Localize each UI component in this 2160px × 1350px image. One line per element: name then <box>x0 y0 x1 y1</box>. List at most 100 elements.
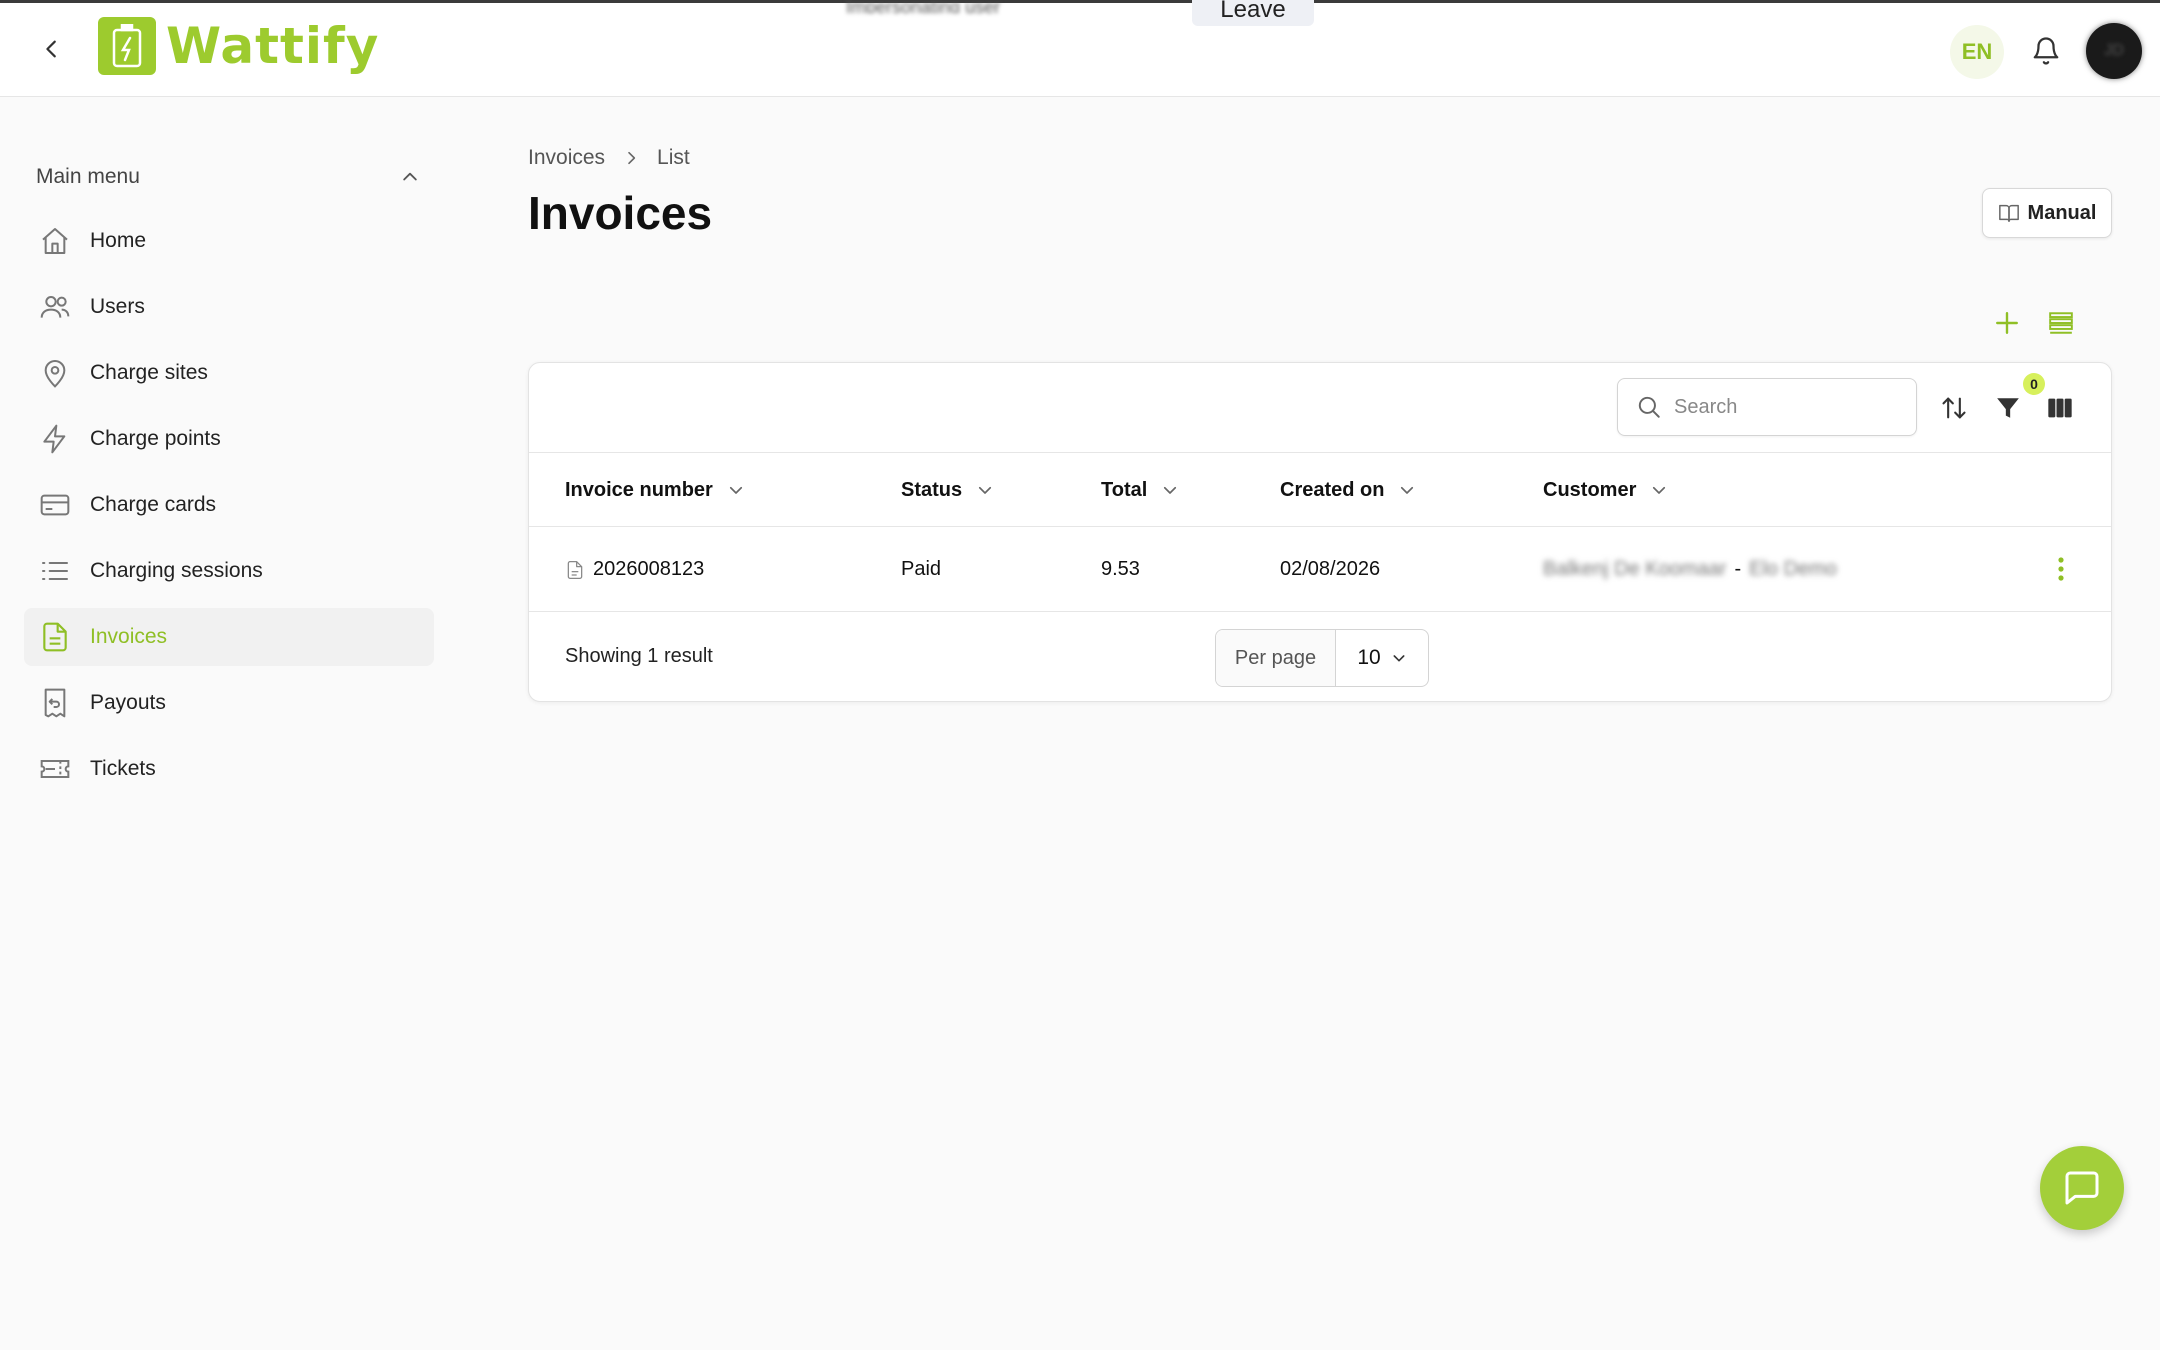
cell-invoice-number[interactable]: 2026008123 <box>565 527 704 612</box>
sidebar-item-label: Payouts <box>90 691 166 714</box>
logo-text: Wattify <box>166 17 380 75</box>
language-button[interactable]: EN <box>1950 25 2004 79</box>
column-header-label: Customer <box>1543 478 1637 501</box>
credit-card-icon <box>38 488 72 522</box>
column-header-status[interactable]: Status <box>901 453 994 527</box>
table-row[interactable]: 2026008123 Paid 9.53 02/08/2026 Balkenj … <box>529 527 2111 612</box>
impersonation-banner-text: Impersonating user <box>846 0 1001 13</box>
breadcrumb: Invoices List <box>528 146 690 170</box>
manual-button-label: Manual <box>2027 201 2097 224</box>
per-page-label: Per page <box>1216 630 1336 686</box>
sidebar-item-label: Users <box>90 295 145 318</box>
sidebar: Main menu Home Users Charge sites Charge… <box>0 98 450 1350</box>
page-title: Invoices <box>528 187 713 239</box>
column-header-label: Total <box>1101 478 1148 501</box>
column-header-label: Created on <box>1280 478 1385 501</box>
column-header-customer[interactable]: Customer <box>1543 453 1668 527</box>
main-menu-toggle[interactable]: Main menu <box>36 162 420 192</box>
sidebar-item-label: Charge cards <box>90 493 217 516</box>
chevron-down-icon <box>1653 486 1666 494</box>
notifications-button[interactable] <box>2026 31 2066 71</box>
sidebar-item-label: Charge points <box>90 427 221 450</box>
per-page-value: 10 <box>1357 646 1381 669</box>
search-box[interactable] <box>1617 378 1917 436</box>
chevron-down-icon <box>1401 486 1414 494</box>
sidebar-item-charge-cards[interactable]: Charge cards <box>24 476 434 534</box>
sidebar-item-invoices[interactable]: Invoices <box>24 608 434 666</box>
chevron-right-icon <box>628 151 636 165</box>
receipt-icon <box>38 686 72 720</box>
search-icon <box>1638 396 1660 418</box>
table-footer: Showing 1 result Per page 10 <box>529 613 2111 703</box>
filter-button[interactable] <box>1991 391 2025 425</box>
chevron-left-icon <box>46 40 56 58</box>
top-bar: Wattify Impersonating user Leave EN JD <box>0 0 2160 97</box>
breadcrumb-invoices[interactable]: Invoices <box>528 146 605 170</box>
book-icon <box>1998 204 2019 222</box>
column-header-created-on[interactable]: Created on <box>1280 453 1416 527</box>
document-icon <box>38 620 72 654</box>
chat-bubble-icon <box>2065 1171 2099 1205</box>
back-button[interactable] <box>36 33 68 65</box>
chevron-down-icon <box>1393 655 1405 662</box>
user-avatar[interactable]: JD <box>2086 23 2142 79</box>
sidebar-item-payouts[interactable]: Payouts <box>24 674 434 732</box>
invoices-table-card: 0 Invoice number Status Total Created on… <box>528 362 2112 702</box>
sidebar-item-label: Invoices <box>90 625 168 648</box>
bell-icon <box>2033 37 2059 65</box>
result-count: Showing 1 result <box>565 645 713 667</box>
chat-support-button[interactable] <box>2040 1146 2124 1230</box>
sort-arrows-icon <box>1942 397 1966 419</box>
leave-button[interactable]: Leave <box>1192 0 1314 26</box>
sidebar-item-charge-points[interactable]: Charge points <box>24 410 434 468</box>
search-input[interactable] <box>1674 395 1894 419</box>
table-header: Invoice number Status Total Created on C… <box>529 453 2111 527</box>
sidebar-item-tickets[interactable]: Tickets <box>24 740 434 798</box>
breadcrumb-list: List <box>657 146 690 169</box>
stacked-list-icon <box>2049 312 2073 334</box>
columns-icon <box>2048 398 2072 418</box>
column-header-total[interactable]: Total <box>1101 453 1179 527</box>
cell-customer[interactable]: Balkenj De Koomaar - Elo Demo <box>1543 527 1837 612</box>
sidebar-item-home[interactable]: Home <box>24 212 434 270</box>
per-page-select[interactable]: 10 <box>1336 630 1428 686</box>
sidebar-item-users[interactable]: Users <box>24 278 434 336</box>
chevron-up-icon <box>403 172 417 181</box>
chevron-down-icon <box>979 486 992 494</box>
ticket-icon <box>38 752 72 786</box>
cell-created-on: 02/08/2026 <box>1280 558 1381 580</box>
column-header-label: Status <box>901 478 963 501</box>
column-header-invoice-number[interactable]: Invoice number <box>565 453 745 527</box>
table-toolbar: 0 <box>529 363 2111 453</box>
customer-name: Balkenj De Koomaar <box>1543 558 1727 580</box>
wattify-logo[interactable]: Wattify <box>98 17 379 75</box>
map-pin-icon <box>38 356 72 390</box>
columns-button[interactable] <box>2043 391 2077 425</box>
sidebar-item-label: Tickets <box>90 757 156 780</box>
cell-total: 9.53 <box>1101 558 1140 580</box>
sidebar-item-label: Home <box>90 229 147 252</box>
sort-button[interactable] <box>1937 391 1971 425</box>
list-view-button[interactable] <box>2044 306 2078 340</box>
home-icon <box>38 224 72 258</box>
plus-icon <box>1996 312 2018 334</box>
manual-button[interactable]: Manual <box>1982 188 2112 238</box>
sidebar-item-charging-sessions[interactable]: Charging sessions <box>24 542 434 600</box>
customer-org: Elo Demo <box>1749 558 1837 580</box>
chevron-down-icon <box>1164 486 1177 494</box>
main-menu-label: Main menu <box>36 165 140 188</box>
file-icon <box>567 560 583 579</box>
lightning-icon <box>38 422 72 456</box>
add-invoice-button[interactable] <box>1990 306 2024 340</box>
invoice-number-text: 2026008123 <box>593 558 705 580</box>
cell-status: Paid <box>901 558 942 580</box>
users-icon <box>38 290 72 324</box>
avatar-initials: JD <box>2104 42 2124 59</box>
sidebar-item-label: Charging sessions <box>90 559 263 582</box>
battery-logo-icon <box>98 17 156 75</box>
row-actions-button[interactable] <box>2045 553 2077 585</box>
chevron-down-icon <box>729 486 742 494</box>
customer-separator: - <box>1734 558 1742 580</box>
per-page-control: Per page 10 <box>1215 629 1429 687</box>
sidebar-item-charge-sites[interactable]: Charge sites <box>24 344 434 402</box>
